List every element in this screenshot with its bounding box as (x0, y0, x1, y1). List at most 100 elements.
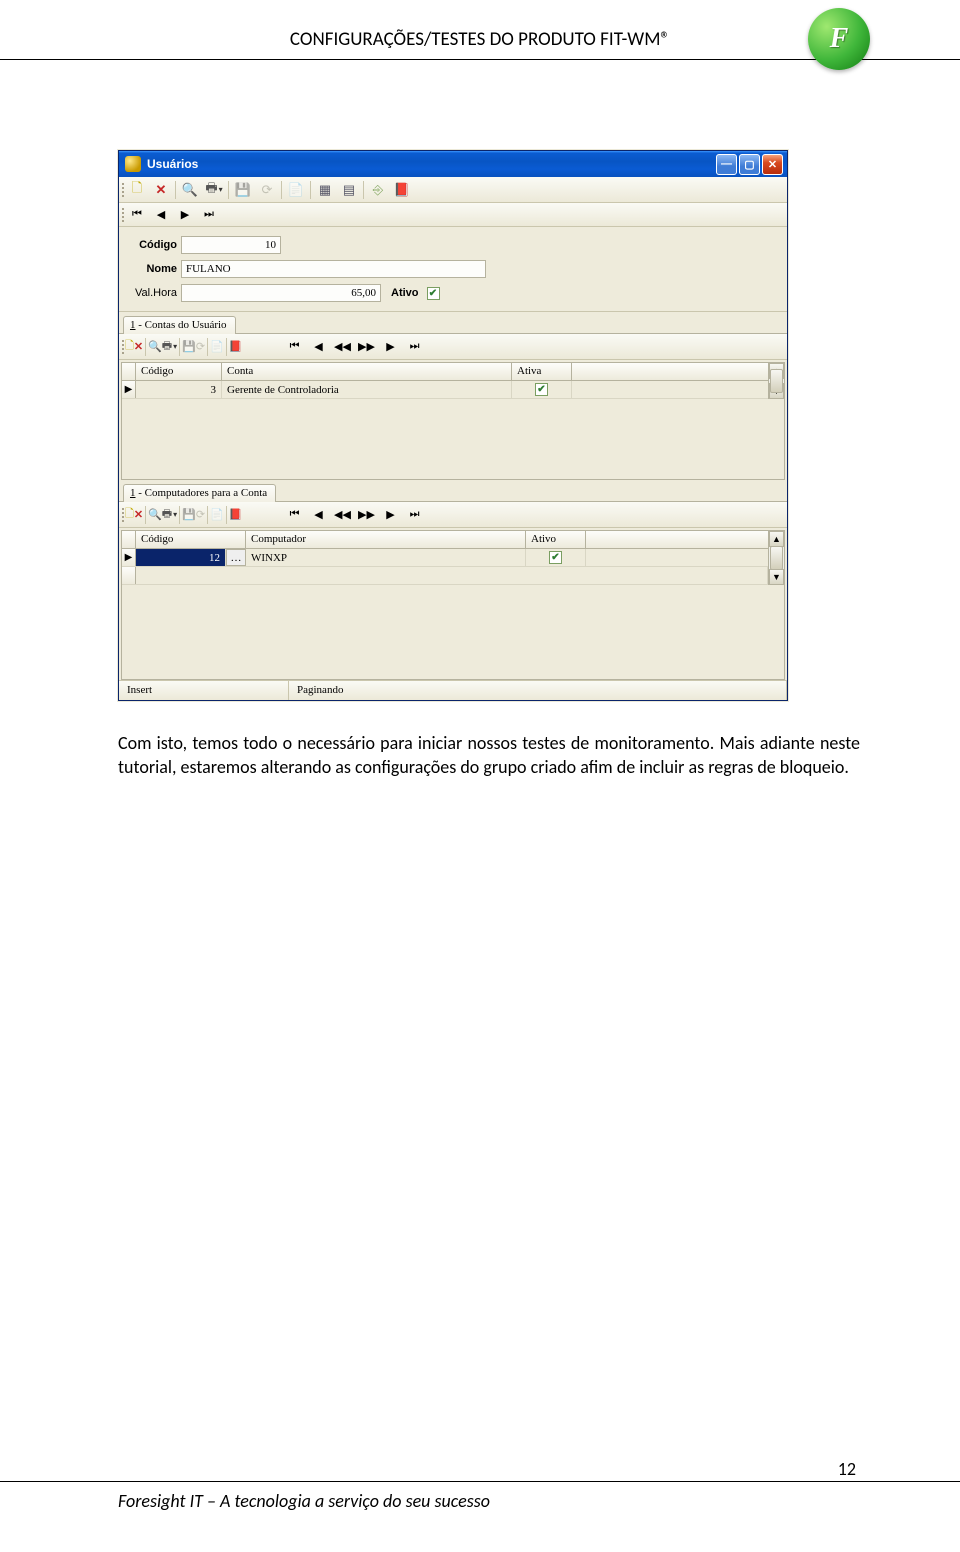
contas-cell-conta[interactable]: Gerente de Controladoria (222, 381, 512, 398)
contas-nav-first-button[interactable]: ⏮ (283, 336, 307, 358)
comp-toolbar: 🗋 ✕ 🔍 🖶▾ 💾 ⟳ 📄 📕 ⏮ ◀ ◀◀ ▶▶ ▶ (119, 502, 787, 528)
comp-nav-first-button[interactable]: ⏮ (283, 504, 307, 526)
toolbar-separator (207, 338, 208, 356)
record-navigator: ⏮ ◀ ▶ ⏭ (119, 203, 787, 227)
contas-nav-prev-button[interactable]: ◀ (307, 336, 331, 358)
comp-cell-ativo[interactable]: ✔ (526, 549, 586, 566)
copy-button[interactable]: 📄 (284, 179, 308, 201)
comp-ativo-checkbox[interactable]: ✔ (549, 551, 562, 564)
print-button[interactable]: 🖶▾ (202, 179, 226, 201)
scroll-thumb[interactable] (770, 546, 783, 570)
app-icon (125, 156, 141, 172)
contas-cell-ativa[interactable]: ✔ (512, 381, 572, 398)
comp-help-button[interactable]: 📕 (229, 508, 243, 521)
new-record-button[interactable]: 🗋 (125, 179, 149, 201)
minimize-button[interactable]: — (716, 154, 737, 175)
page-footer: Foresight IT – A tecnologia a serviço do… (0, 1481, 960, 1512)
toolbar-separator (226, 338, 227, 356)
nav-first-button[interactable]: ⏮ (125, 204, 149, 226)
exit-button[interactable]: ⎆ (366, 179, 390, 201)
contas-row[interactable]: ▶ 3 Gerente de Controladoria ✔ (122, 381, 768, 399)
contas-new-button[interactable]: 🗋 (125, 337, 134, 356)
codigo-input[interactable] (181, 236, 281, 254)
comp-delete-button[interactable]: ✕ (134, 508, 143, 521)
comp-col-codigo[interactable]: Código (136, 531, 246, 548)
help-button[interactable]: 📕 (390, 179, 414, 201)
toolbar-separator (310, 181, 311, 199)
save-button[interactable]: 💾 (231, 179, 255, 201)
contas-ativa-checkbox[interactable]: ✔ (535, 383, 548, 396)
comp-row[interactable]: ▶ 12 … WINXP ✔ (122, 549, 768, 567)
tab-contas-usuario[interactable]: 1 - Contas do Usuário (123, 316, 236, 334)
contas-grid-header: Código Conta Ativa (122, 363, 768, 381)
delete-record-button[interactable]: ✕ (149, 179, 173, 201)
tab-computadores[interactable]: 1 - Computadores para a Conta (123, 484, 276, 502)
user-form-panel: Código Nome Val.Hora Ativo ✔ (119, 227, 787, 312)
contas-nav-next-button[interactable]: ▶ (379, 336, 403, 358)
find-button[interactable]: 🔍 (178, 179, 202, 201)
comp-print-button[interactable]: 🖶▾ (162, 505, 177, 524)
nome-input[interactable] (181, 260, 486, 278)
scroll-thumb[interactable] (770, 369, 783, 393)
ativo-checkbox[interactable]: ✔ (427, 287, 440, 300)
comp-copy-button[interactable]: 📄 (210, 508, 224, 521)
nav-next-button[interactable]: ▶ (173, 204, 197, 226)
scroll-down-icon[interactable]: ▼ (769, 569, 784, 585)
comp-refresh-button[interactable]: ⟳ (196, 508, 205, 521)
window-title: Usuários (147, 157, 716, 171)
contas-nav-last-button[interactable]: ⏭ (403, 336, 427, 358)
contas-nav-fastback-button[interactable]: ◀◀ (331, 336, 355, 358)
contas-find-button[interactable]: 🔍 (148, 340, 162, 353)
toolbar-separator (363, 181, 364, 199)
comp-nav-prev-button[interactable]: ◀ (307, 504, 331, 526)
contas-cell-codigo[interactable]: 3 (136, 381, 222, 398)
nav-prev-button[interactable]: ◀ (149, 204, 173, 226)
contas-save-button[interactable]: 💾 (182, 340, 196, 353)
comp-find-button[interactable]: 🔍 (148, 508, 162, 521)
toolbar-separator (179, 338, 180, 356)
contas-copy-button[interactable]: 📄 (210, 340, 224, 353)
comp-new-button[interactable]: 🗋 (125, 505, 134, 524)
contas-refresh-button[interactable]: ⟳ (196, 340, 205, 353)
maximize-button[interactable]: ▢ (739, 154, 760, 175)
comp-vscrollbar[interactable]: ▲ ▼ (768, 531, 784, 585)
comp-lookup-button[interactable]: … (226, 549, 246, 566)
contas-vscrollbar[interactable]: ▲ ▼ (768, 363, 784, 399)
row-marker-icon: ▶ (122, 549, 136, 566)
valhora-input[interactable] (181, 284, 381, 302)
contas-print-button[interactable]: 🖶▾ (162, 337, 177, 356)
nav-last-button[interactable]: ⏭ (197, 204, 221, 226)
contas-col-ativa[interactable]: Ativa (512, 363, 572, 380)
comp-col-computador[interactable]: Computador (246, 531, 526, 548)
window-titlebar[interactable]: Usuários — ▢ ✕ (119, 151, 787, 177)
contas-nav-fastfwd-button[interactable]: ▶▶ (355, 336, 379, 358)
comp-col-ativo[interactable]: Ativo (526, 531, 586, 548)
contas-col-conta[interactable]: Conta (222, 363, 512, 380)
comp-nav-fastback-button[interactable]: ◀◀ (331, 504, 355, 526)
comp-nav-next-button[interactable]: ▶ (379, 504, 403, 526)
toolbar-separator (145, 338, 146, 356)
close-button[interactable]: ✕ (762, 154, 783, 175)
scroll-up-icon[interactable]: ▲ (769, 531, 784, 547)
comp-grid-header: Código Computador Ativo (122, 531, 768, 549)
toolbar-separator (175, 181, 176, 199)
comp-cell-computador[interactable]: WINXP (246, 549, 526, 566)
comp-nav-fastfwd-button[interactable]: ▶▶ (355, 504, 379, 526)
status-message: Paginando (289, 681, 787, 700)
refresh-button[interactable]: ⟳ (255, 179, 279, 201)
row-marker-icon (122, 567, 136, 584)
comp-cell-codigo[interactable]: 12 (136, 549, 226, 566)
contas-grid: Código Conta Ativa ▶ 3 Gerente de Contro… (121, 362, 785, 480)
contas-help-button[interactable]: 📕 (229, 340, 243, 353)
comp-row-empty[interactable] (122, 567, 768, 585)
grid-view-b-button[interactable]: ▤ (337, 179, 361, 201)
comp-save-button[interactable]: 💾 (182, 508, 196, 521)
valhora-label: Val.Hora (123, 287, 181, 299)
comp-nav-last-button[interactable]: ⏭ (403, 504, 427, 526)
toolbar-separator (228, 181, 229, 199)
toolbar-separator (281, 181, 282, 199)
contas-delete-button[interactable]: ✕ (134, 340, 143, 353)
page-number: 12 (838, 1458, 856, 1480)
contas-col-codigo[interactable]: Código (136, 363, 222, 380)
grid-view-a-button[interactable]: ▦ (313, 179, 337, 201)
